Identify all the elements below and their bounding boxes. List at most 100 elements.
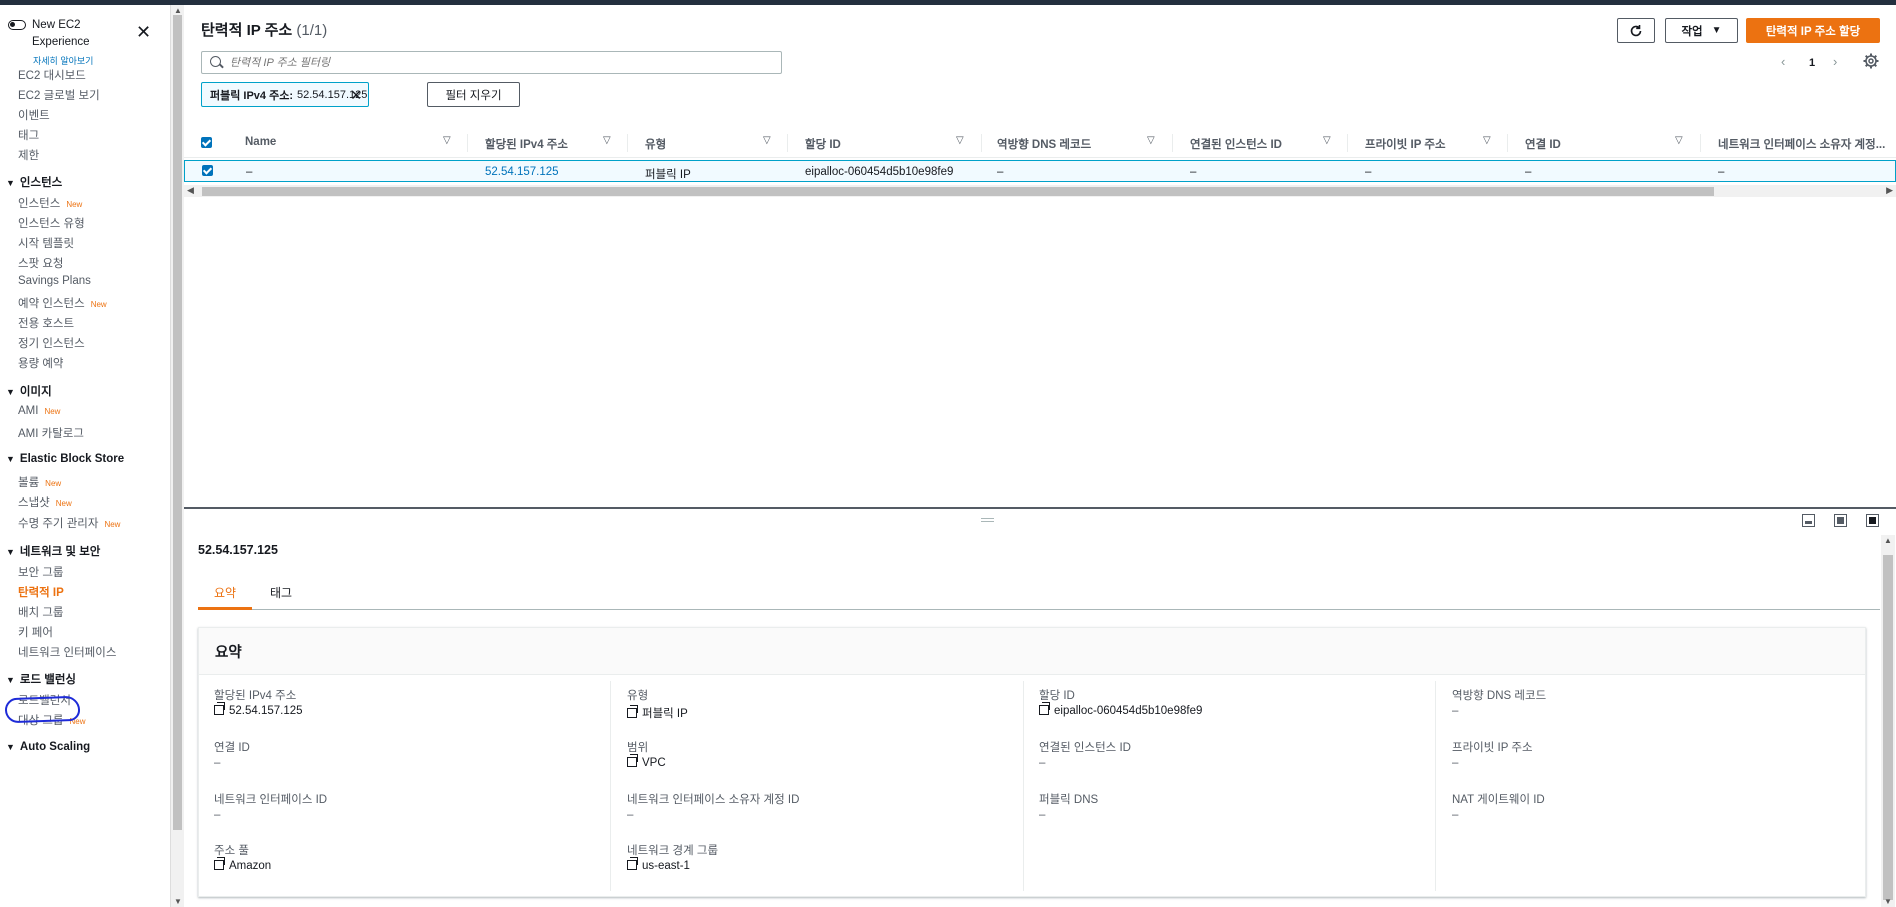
gear-icon[interactable] — [1863, 53, 1879, 69]
scrollbar-thumb[interactable] — [1883, 555, 1893, 900]
sidebar-item-dedicated-hosts[interactable]: 전용 호스트 — [18, 315, 74, 331]
sidebar-item-network-interfaces[interactable]: 네트워크 인터페이스 — [18, 644, 116, 660]
search-input[interactable] — [230, 54, 770, 71]
sidebar-item-global-view[interactable]: EC2 글로벌 보기 — [18, 87, 100, 103]
toggle-icon[interactable] — [8, 20, 26, 30]
sort-icon[interactable]: ▽ — [603, 135, 611, 146]
sidebar-item-key-pairs[interactable]: 키 페어 — [18, 624, 53, 640]
sidebar-item-lifecycle-manager[interactable]: 수명 주기 관리자 New — [18, 515, 120, 531]
scrollbar-thumb[interactable] — [202, 187, 1714, 196]
copy-icon[interactable] — [627, 857, 638, 870]
sidebar-section-auto-scaling[interactable]: ▼ Auto Scaling — [6, 741, 90, 753]
sidebar-item-savings-plans[interactable]: Savings Plans — [18, 275, 91, 287]
column-header-allocation-id[interactable]: 할당 ID — [805, 136, 841, 152]
sidebar-item-security-groups[interactable]: 보안 그룹 — [18, 564, 64, 580]
sidebar-item-ami-catalog[interactable]: AMI 카탈로그 — [18, 425, 84, 441]
sidebar-section-ebs[interactable]: ▼ Elastic Block Store — [6, 453, 124, 465]
next-page-icon[interactable]: › — [1833, 54, 1837, 69]
sidebar-section-load-balancing[interactable]: ▼ 로드 밸런싱 — [6, 671, 76, 687]
refresh-button[interactable] — [1617, 18, 1655, 43]
column-divider[interactable] — [627, 134, 628, 152]
scroll-down-icon[interactable]: ▼ — [174, 897, 182, 906]
sort-icon[interactable]: ▽ — [1147, 135, 1155, 146]
column-divider[interactable] — [1172, 134, 1173, 152]
column-header-type[interactable]: 유형 — [645, 136, 666, 152]
sidebar-item-launch-templates[interactable]: 시작 템플릿 — [18, 235, 74, 251]
copy-icon[interactable] — [1039, 702, 1050, 715]
sidebar-item-ec2-dashboard[interactable]: EC2 대시보드 — [18, 67, 86, 83]
remove-filter-icon[interactable]: ✕ — [350, 87, 362, 104]
column-divider[interactable] — [1347, 134, 1348, 152]
cell-ipv4-link[interactable]: 52.54.157.125 — [485, 166, 559, 178]
sidebar-item-label: 스냅샷 — [18, 497, 50, 509]
sidebar-item-placement-groups[interactable]: 배치 그룹 — [18, 604, 64, 620]
search-bar[interactable] — [201, 51, 782, 74]
copy-icon[interactable] — [214, 702, 225, 715]
prev-page-icon[interactable]: ‹ — [1781, 54, 1785, 69]
page-number[interactable]: 1 — [1809, 57, 1815, 69]
sort-icon[interactable]: ▽ — [763, 135, 771, 146]
sidebar-item-reserved-instances[interactable]: 예약 인스턴스 New — [18, 295, 107, 311]
table-horizontal-scrollbar[interactable]: ◀ ▶ — [184, 185, 1896, 197]
column-divider[interactable] — [787, 134, 788, 152]
learn-more-link[interactable]: 자세히 알아보기 — [33, 54, 93, 67]
sort-icon[interactable]: ▽ — [1675, 135, 1683, 146]
filter-token[interactable]: 퍼블릭 IPv4 주소: 52.54.157.125 ✕ — [201, 82, 369, 107]
allocate-elastic-ip-button[interactable]: 탄력적 IP 주소 할당 — [1746, 18, 1880, 43]
panel-full-position-icon[interactable] — [1866, 514, 1879, 527]
copy-icon[interactable] — [627, 754, 638, 767]
sidebar-item-tags[interactable]: 태그 — [18, 127, 39, 143]
scroll-left-icon[interactable]: ◀ — [187, 185, 194, 196]
sidebar-item-capacity-reservations[interactable]: 용량 예약 — [18, 355, 64, 371]
clear-filters-button[interactable]: 필터 지우기 — [427, 82, 520, 107]
sidebar-section-instances[interactable]: ▼ 인스턴스 — [6, 174, 62, 190]
sidebar-item-instance-types[interactable]: 인스턴스 유형 — [18, 215, 85, 231]
column-divider[interactable] — [981, 134, 982, 152]
column-divider[interactable] — [1700, 134, 1701, 152]
details-scrollbar[interactable]: ▲ ▼ — [1881, 535, 1895, 907]
panel-bottom-position-icon[interactable] — [1802, 514, 1815, 527]
sidebar-item-spot-requests[interactable]: 스팟 요청 — [18, 255, 64, 271]
actions-button[interactable]: 작업 ▼ — [1665, 18, 1738, 43]
sidebar-item-snapshots[interactable]: 스냅샷 New — [18, 494, 72, 510]
copy-icon[interactable] — [627, 705, 638, 718]
table-row[interactable]: – 52.54.157.125 퍼블릭 IP eipalloc-060454d5… — [184, 160, 1896, 182]
scroll-up-icon[interactable]: ▲ — [174, 6, 182, 15]
column-header-association-id[interactable]: 연결 ID — [1525, 136, 1561, 152]
row-checkbox[interactable] — [202, 165, 213, 176]
column-header-ipv4[interactable]: 할당된 IPv4 주소 — [485, 136, 568, 152]
column-header-reverse-dns[interactable]: 역방향 DNS 레코드 — [997, 136, 1091, 152]
column-header-private-ip[interactable]: 프라이빗 IP 주소 — [1365, 136, 1446, 152]
tab-summary[interactable]: 요약 — [214, 584, 236, 601]
sort-icon[interactable]: ▽ — [1323, 135, 1331, 146]
resize-handle-icon[interactable] — [981, 518, 994, 522]
scroll-up-icon[interactable]: ▲ — [1884, 536, 1892, 545]
copy-icon[interactable] — [214, 857, 225, 870]
sidebar-item-events[interactable]: 이벤트 — [18, 107, 50, 123]
sort-icon[interactable]: ▽ — [443, 135, 451, 146]
close-icon[interactable]: ✕ — [136, 23, 151, 41]
column-header-instance-id[interactable]: 연결된 인스턴스 ID — [1190, 136, 1282, 152]
scroll-right-icon[interactable]: ▶ — [1886, 185, 1893, 196]
column-header-name[interactable]: Name — [245, 136, 276, 148]
column-header-eni-owner[interactable]: 네트워크 인터페이스 소유자 계정... — [1718, 136, 1885, 152]
sidebar-item-ami[interactable]: AMI New — [18, 405, 60, 417]
sidebar-section-network-security[interactable]: ▼ 네트워크 및 보안 — [6, 543, 100, 559]
sidebar-section-images[interactable]: ▼ 이미지 — [6, 383, 52, 399]
sidebar-item-elastic-ips[interactable]: 탄력적 IP — [18, 584, 64, 600]
column-divider[interactable] — [1507, 134, 1508, 152]
sidebar-item-limits[interactable]: 제한 — [18, 147, 39, 163]
sidebar-item-volumes[interactable]: 볼륨 New — [18, 474, 61, 490]
sort-icon[interactable]: ▽ — [956, 135, 964, 146]
select-all-checkbox[interactable] — [201, 137, 212, 148]
scroll-down-icon[interactable]: ▼ — [1884, 897, 1892, 906]
sidebar-item-scheduled-instances[interactable]: 정기 인스턴스 — [18, 335, 85, 351]
tab-tags[interactable]: 태그 — [270, 584, 292, 601]
sidebar-scrollbar[interactable]: ▲ ▼ — [170, 5, 184, 907]
sidebar-item-instances[interactable]: 인스턴스 New — [18, 195, 82, 211]
scrollbar-thumb[interactable] — [173, 15, 182, 830]
sort-icon[interactable]: ▽ — [1483, 135, 1491, 146]
panel-side-position-icon[interactable] — [1834, 514, 1847, 527]
column-divider[interactable] — [467, 134, 468, 152]
new-experience-toggle-row[interactable]: New EC2 Experience — [8, 17, 102, 51]
